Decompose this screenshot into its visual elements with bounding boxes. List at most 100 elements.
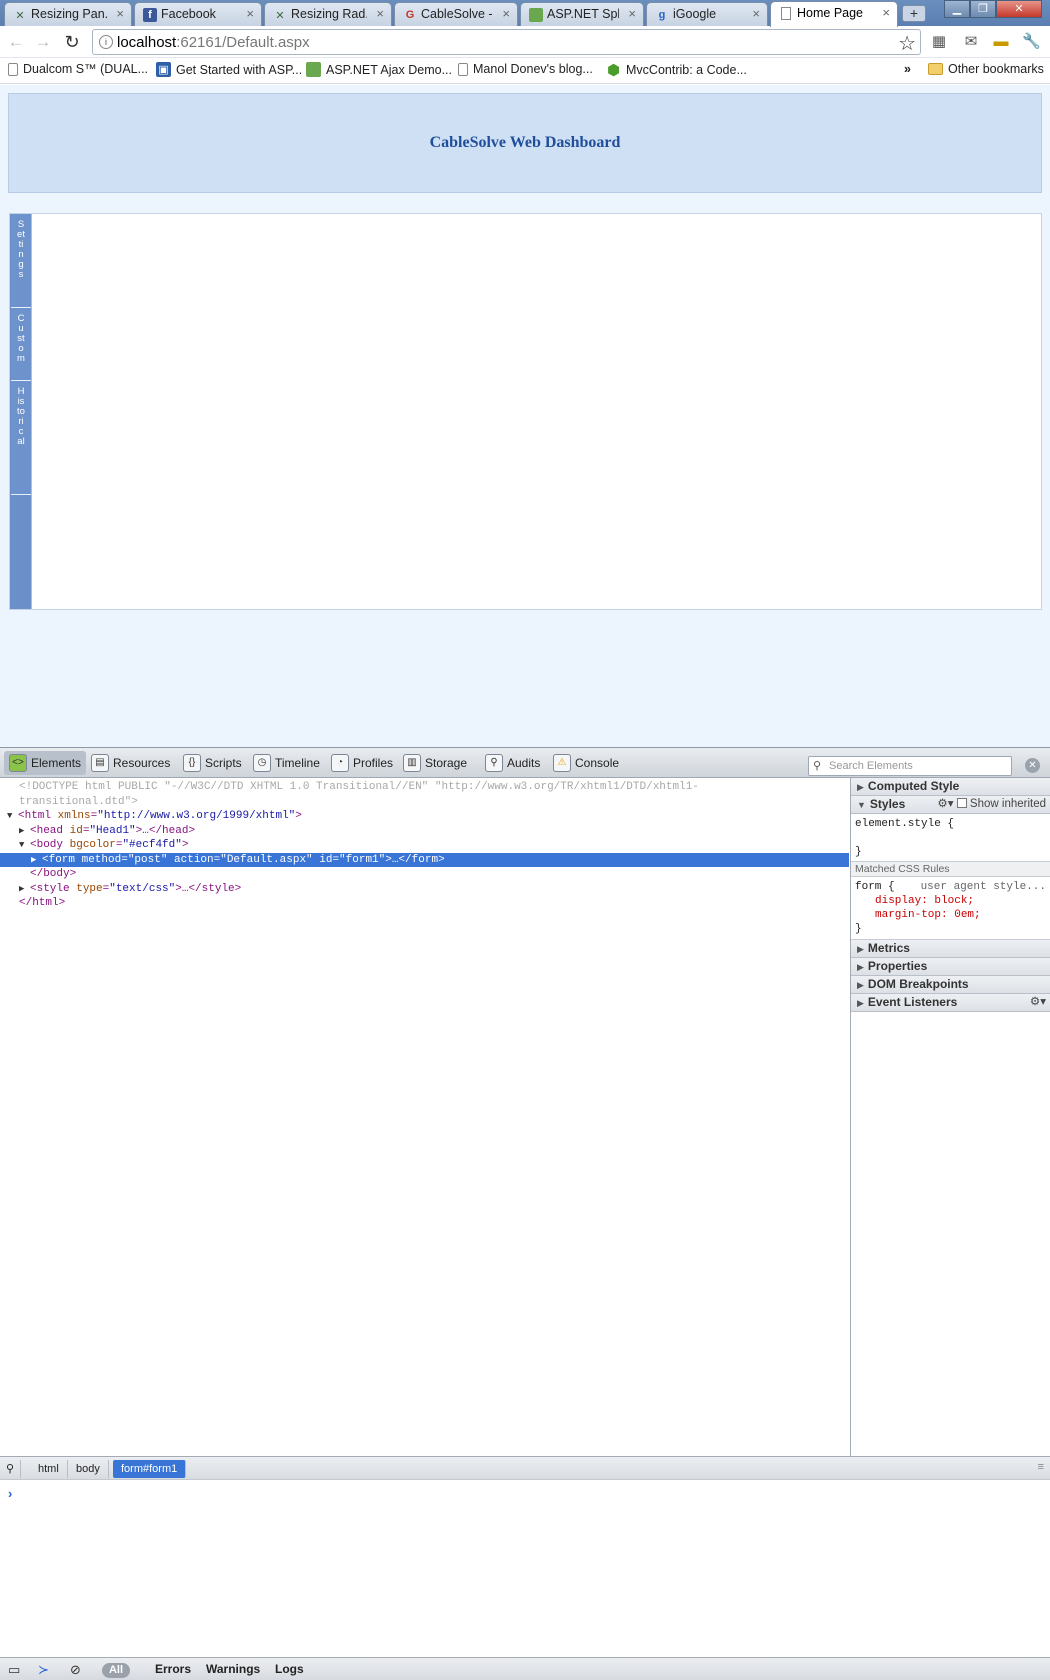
tab-scripts[interactable]: {} Scripts [178, 751, 247, 775]
minimize-button[interactable]: ▁ [944, 0, 970, 18]
resize-grip-icon[interactable]: ≡ [1038, 1461, 1044, 1473]
dom-tree[interactable]: <!DOCTYPE html PUBLIC "-//W3C//DTD XHTML… [0, 778, 849, 1456]
filter-all-button[interactable]: All [102, 1663, 130, 1678]
styles-section[interactable]: ▼ Styles ⚙▾ Show inherited [851, 796, 1050, 814]
search-elements-input[interactable]: ⚲ Search Elements [808, 756, 1012, 776]
tab-cablesolve[interactable]: G CableSolve -... × [394, 2, 518, 26]
event-listeners-section[interactable]: ▶ Event Listeners ⚙▾ [851, 994, 1050, 1012]
devtools-statusbar: ▭ ≻ ⊘ All Errors Warnings Logs [0, 1657, 1050, 1680]
bookmarks-bar: Dualcom S™ (DUAL... ▣ Get Started with A… [0, 58, 1050, 84]
bookmark-manol-donev[interactable]: Manol Donev's blog... [458, 62, 593, 76]
css-property[interactable]: display: block; [855, 894, 1046, 908]
forward-arrow-icon[interactable]: → [33, 32, 53, 52]
dock-icon[interactable]: ▭ [8, 1662, 20, 1678]
page-info-icon[interactable]: i [99, 35, 113, 49]
tab-console[interactable]: ⚠ Console [548, 751, 624, 775]
tab-timeline[interactable]: ◷ Timeline [248, 751, 325, 775]
filter-warnings-button[interactable]: Warnings [206, 1662, 260, 1676]
dom-head-node[interactable]: ▶ <head id="Head1">…</head> [0, 824, 849, 839]
search-icon[interactable]: ⚲ [0, 1460, 22, 1478]
tab-igoogle[interactable]: g iGoogle × [646, 2, 768, 26]
page-icon [458, 62, 468, 76]
breadcrumb-body[interactable]: body [68, 1460, 109, 1478]
properties-section[interactable]: ▶ Properties [851, 958, 1050, 976]
console-prompt[interactable]: › [8, 1486, 12, 1501]
filter-errors-button[interactable]: Errors [155, 1662, 191, 1676]
tab-resources[interactable]: ▤ Resources [86, 751, 175, 775]
breadcrumb-html[interactable]: html [30, 1460, 68, 1478]
bookmarks-overflow-chevron-icon[interactable]: » [904, 62, 911, 76]
hex-icon: ⬢ [606, 61, 621, 79]
expand-triangle-icon[interactable]: ▶ [31, 853, 42, 868]
computed-style-section[interactable]: ▶ Computed Style [851, 778, 1050, 796]
close-icon[interactable]: × [628, 6, 636, 21]
bookmark-star-icon[interactable]: ☆ [898, 31, 916, 56]
form-css-rule[interactable]: form {user agent style... display: block… [851, 877, 1050, 940]
reload-icon[interactable]: ↻ [62, 32, 82, 52]
tab-resizing-panes[interactable]: ✕ Resizing Pan... × [4, 2, 132, 26]
close-icon[interactable]: × [752, 6, 760, 21]
close-icon[interactable]: × [246, 6, 254, 21]
close-icon[interactable]: × [116, 6, 124, 21]
tab-aspnet-splitter[interactable]: ASP.NET Spl... × [520, 2, 644, 26]
bookmark-aspnet-ajax-demo[interactable]: ASP.NET Ajax Demo... [306, 62, 452, 77]
back-arrow-icon[interactable]: ← [6, 32, 26, 52]
breadcrumb-form[interactable]: form#form1 [113, 1460, 187, 1478]
bookmark-get-started-asp[interactable]: ▣ Get Started with ASP... [156, 62, 302, 77]
extension-grid-icon[interactable]: ▦ [930, 33, 948, 50]
expand-triangle-icon[interactable]: ▶ [19, 824, 30, 839]
filter-logs-button[interactable]: Logs [275, 1662, 304, 1676]
dom-breakpoints-section[interactable]: ▶ DOM Breakpoints [851, 976, 1050, 994]
expand-triangle-icon[interactable]: ▼ [7, 809, 18, 824]
bookmark-dualcom[interactable]: Dualcom S™ (DUAL... [8, 62, 148, 76]
address-url[interactable]: localhost:62161/Default.aspx [117, 34, 310, 51]
tab-resizing-rad[interactable]: ✕ Resizing Rad... × [264, 2, 392, 26]
mail-checker-icon[interactable]: ✉ [962, 33, 980, 50]
dom-style-node[interactable]: ▶ <style type="text/css">…</style> [0, 882, 849, 897]
side-tab-custom[interactable]: Custom [11, 308, 31, 381]
close-icon[interactable]: × [882, 5, 890, 20]
tab-elements[interactable]: <> Elements [4, 751, 87, 775]
other-bookmarks[interactable]: Other bookmarks [928, 62, 1044, 76]
console-drawer[interactable]: › [0, 1480, 1050, 1657]
gear-icon[interactable]: ⚙▾ [937, 798, 953, 810]
side-tab-historical[interactable]: Historical [11, 381, 31, 495]
bookmark-label: Get Started with ASP... [176, 62, 303, 77]
maximize-button[interactable]: ❐ [970, 0, 996, 18]
close-devtools-icon[interactable]: ✕ [1025, 758, 1040, 773]
new-tab-button[interactable]: + [902, 5, 926, 22]
metrics-section[interactable]: ▶ Metrics [851, 940, 1050, 958]
tag-name: <head [30, 824, 64, 837]
section-title: DOM Breakpoints [867, 977, 969, 991]
element-style-rule[interactable]: element.style { } [851, 814, 1050, 862]
tab-facebook[interactable]: f Facebook × [134, 2, 262, 26]
dom-body-node[interactable]: ▼ <body bgcolor="#ecf4fd"> [0, 838, 849, 853]
dom-doctype-line[interactable]: <!DOCTYPE html PUBLIC "-//W3C//DTD XHTML… [0, 780, 849, 795]
side-tab-settings[interactable]: Settings [11, 214, 31, 308]
close-icon[interactable]: × [502, 6, 510, 21]
close-icon[interactable]: × [376, 6, 384, 21]
expand-triangle-icon[interactable]: ▶ [19, 882, 30, 897]
address-bar[interactable]: i localhost:62161/Default.aspx ☆ [92, 29, 921, 55]
extension-icon[interactable]: ▬ [992, 33, 1010, 50]
tab-storage[interactable]: ▥ Storage [398, 751, 472, 775]
tab-audits[interactable]: ⚲ Audits [480, 751, 545, 775]
wrench-icon[interactable]: 🔧 [1022, 33, 1041, 50]
clear-console-icon[interactable]: ⊘ [70, 1662, 81, 1678]
dom-html-node[interactable]: ▼ <html xmlns="http://www.w3.org/1999/xht… [0, 809, 849, 824]
bookmark-mvccontrib[interactable]: ⬢ MvcContrib: a Code... [606, 61, 747, 79]
dom-form-node-selected[interactable]: ▶ <form method="post" action="Default.asp… [0, 852, 849, 868]
show-inherited-toggle[interactable]: ⚙▾ Show inherited [937, 796, 1046, 813]
dom-doctype-line-2[interactable]: transitional.dtd"> [0, 795, 849, 810]
console-toggle-icon[interactable]: ≻ [38, 1662, 49, 1678]
profiles-icon: ◔ [331, 754, 349, 772]
expand-triangle-icon[interactable]: ▼ [19, 838, 30, 853]
close-window-button[interactable]: ✕ [996, 0, 1042, 18]
tab-profiles[interactable]: ◔ Profiles [326, 751, 398, 775]
dom-body-close[interactable]: </body> [0, 867, 849, 882]
show-inherited-checkbox[interactable] [956, 798, 967, 808]
tab-home-page[interactable]: Home Page × [770, 1, 898, 27]
dom-html-close[interactable]: </html> [0, 896, 849, 911]
gear-icon[interactable]: ⚙▾ [1030, 994, 1046, 1011]
css-property[interactable]: margin-top: 0em; [855, 908, 1046, 922]
